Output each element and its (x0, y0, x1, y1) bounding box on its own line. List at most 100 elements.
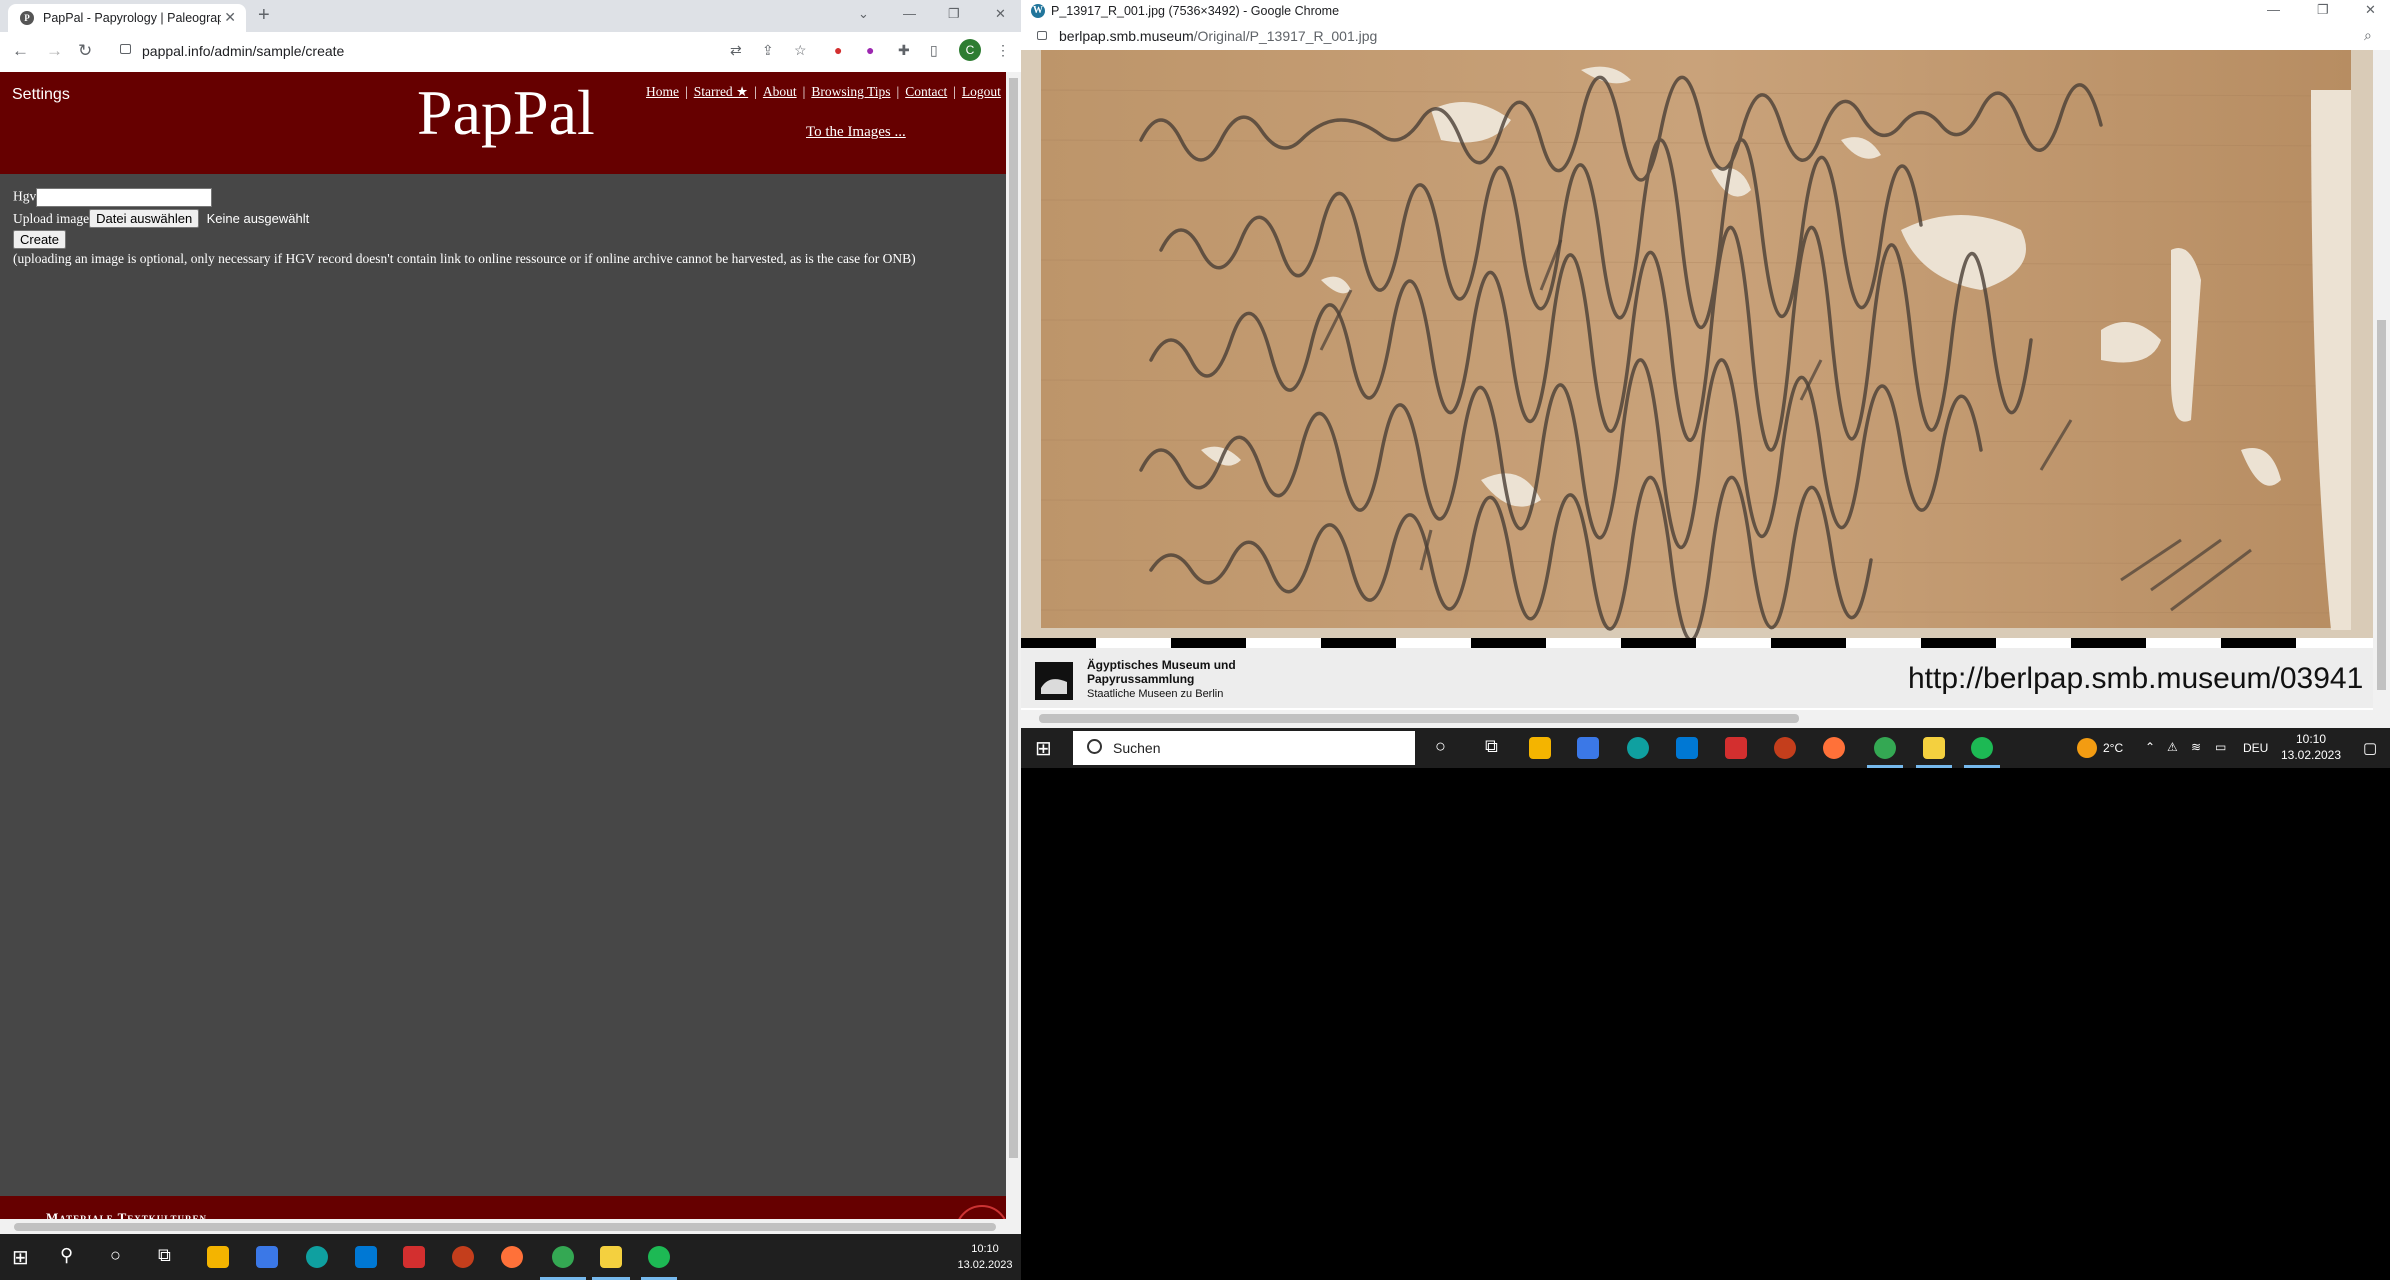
upload-note: (uploading an image is optional, only ne… (13, 251, 916, 266)
new-tab-icon[interactable]: + (258, 4, 270, 27)
nav-starred[interactable]: Starred ★ (694, 84, 748, 99)
task-view-icon[interactable]: ⧉ (158, 1245, 171, 1266)
share-icon[interactable]: ⇪ (762, 42, 774, 59)
tray-chevron-icon[interactable]: ⌃ (2145, 740, 2155, 754)
extension-purple-icon[interactable]: ● (866, 42, 874, 58)
powerpoint-icon[interactable] (452, 1246, 474, 1268)
minimize-icon[interactable]: — (903, 6, 916, 21)
chrome-icon[interactable] (1874, 737, 1896, 759)
nav-contact[interactable]: Contact (905, 84, 947, 99)
close-tab-icon[interactable]: ✕ (224, 9, 236, 26)
nav-home[interactable]: Home (646, 84, 679, 99)
side-panel-icon[interactable]: ▯ (930, 42, 938, 59)
close-window-icon[interactable]: ✕ (2365, 2, 2376, 18)
create-button[interactable]: Create (13, 230, 67, 249)
restore-icon[interactable]: ❐ (948, 6, 960, 22)
translate-icon[interactable]: ⇄ (730, 42, 742, 59)
chrome-active-indicator (1867, 765, 1903, 768)
battery-icon[interactable]: ▭ (2215, 740, 2226, 754)
tab-title: PapPal - Papyrology | Paleography (43, 11, 221, 25)
wifi-icon[interactable]: ≋ (2191, 740, 2201, 754)
address-url: pappal.info/admin/sample/create (142, 43, 345, 59)
firefox-icon[interactable] (501, 1246, 523, 1268)
microsoft-store-icon[interactable] (256, 1246, 278, 1268)
taskbar-left: ⊞ ⚲ ○ ⧉ 10:10 13.02.2023 (0, 1234, 1021, 1280)
to-images-link[interactable]: To the Images ... (806, 124, 906, 141)
file-manager-icon[interactable] (1923, 737, 1945, 759)
horizontal-scroll-thumb[interactable] (14, 1223, 996, 1231)
file-status: Keine ausgewählt (206, 211, 310, 226)
extension-red-icon[interactable]: ● (834, 42, 842, 58)
museum-subtitle: Staatliche Museen zu Berlin (1087, 688, 1224, 700)
close-window-icon[interactable]: ✕ (995, 6, 1006, 22)
weather-temp[interactable]: 2°C (2103, 741, 2123, 755)
settings-link[interactable]: Settings (12, 86, 70, 104)
museum-url: http://berlpap.smb.museum/03941 (1908, 662, 2364, 695)
lock-icon[interactable] (120, 44, 131, 54)
scale-ruler (1021, 638, 2373, 648)
nav-about[interactable]: About (763, 84, 797, 99)
search-icon[interactable]: ⚲ (60, 1245, 73, 1266)
taskbar-clock[interactable]: 10:10 13.02.2023 (2273, 731, 2349, 763)
edge-icon[interactable] (1627, 737, 1649, 759)
upload-image-label: Upload image (13, 211, 90, 226)
acrobat-icon[interactable] (1725, 737, 1747, 759)
vertical-scroll-thumb[interactable] (1009, 78, 1018, 1158)
site-header: Settings PapPal Home | Starred ★ | About | Bro… (0, 72, 1006, 174)
spotify-icon[interactable] (1971, 737, 1993, 759)
firefox-icon[interactable] (1823, 737, 1845, 759)
popup-address-bar[interactable]: berlpap.smb.museum/Original/P_13917_R_00… (1021, 22, 2390, 50)
file-explorer-icon[interactable] (207, 1246, 229, 1268)
windows-start-icon[interactable]: ⊞ (12, 1245, 29, 1270)
tab-search-icon[interactable]: ⌄ (858, 6, 869, 22)
spotify-icon[interactable] (648, 1246, 670, 1268)
address-bar[interactable]: pappal.info/admin/sample/create (110, 36, 710, 66)
profile-avatar[interactable]: C (959, 39, 981, 61)
wordpress-icon: W (1031, 4, 1045, 18)
horizontal-scroll-thumb[interactable] (1039, 714, 1799, 723)
hgv-input[interactable] (36, 188, 213, 207)
mail-icon[interactable] (1676, 737, 1698, 759)
taskbar-right: ⊞ Suchen ○ ⧉ 2°C ⌃ ⚠ ≋ ▭ DEU 10:10 13.02… (1021, 728, 2390, 768)
weather-icon[interactable] (2077, 738, 2097, 758)
reload-icon[interactable]: ↻ (78, 41, 92, 61)
choose-file-button[interactable]: Datei auswählen (89, 209, 200, 228)
pappal-favicon-icon: P (20, 11, 34, 25)
file-manager-icon[interactable] (600, 1246, 622, 1268)
cortana-icon[interactable]: ○ (110, 1245, 121, 1266)
microsoft-store-icon[interactable] (1577, 737, 1599, 759)
task-view-icon[interactable]: ⧉ (1485, 736, 1498, 757)
back-icon[interactable]: ← (12, 41, 29, 61)
site-logo[interactable]: PapPal (417, 76, 595, 150)
nav-browsing-tips[interactable]: Browsing Tips (811, 84, 890, 99)
mail-icon[interactable] (355, 1246, 377, 1268)
bookmark-star-icon[interactable]: ☆ (794, 42, 807, 59)
chrome-icon[interactable] (552, 1246, 574, 1268)
extensions-puzzle-icon[interactable]: ✚ (898, 42, 910, 59)
notifications-icon[interactable]: ▢ (2363, 739, 2377, 757)
cortana-icon[interactable]: ○ (1435, 736, 1446, 757)
file-explorer-icon[interactable] (1529, 737, 1551, 759)
vertical-scroll-thumb[interactable] (2377, 320, 2386, 690)
search-icon (1087, 739, 1102, 754)
windows-start-icon[interactable]: ⊞ (1035, 736, 1052, 761)
minimize-icon[interactable]: — (2267, 2, 2280, 17)
tab-strip: P PapPal - Papyrology | Paleography ✕ + … (0, 0, 1021, 32)
forward-icon[interactable]: → (46, 41, 63, 61)
restore-icon[interactable]: ❐ (2317, 2, 2329, 18)
zoom-icon[interactable]: ⌕ (2364, 27, 2372, 44)
edge-icon[interactable] (306, 1246, 328, 1268)
create-sample-form: Hgv Upload image Datei auswählen Keine au… (13, 188, 916, 267)
nav-logout[interactable]: Logout (962, 84, 1001, 99)
taskbar-clock[interactable]: 10:10 13.02.2023 (950, 1241, 1020, 1273)
tab-pappal[interactable]: P PapPal - Papyrology | Paleography ✕ (8, 4, 246, 32)
powerpoint-icon[interactable] (1774, 737, 1796, 759)
image-caption-bar: Ägyptisches Museum und Papyrussammlung S… (1021, 648, 2373, 708)
window-titlebar: W P_13917_R_001.jpg (7536×3492) - Google… (1021, 0, 2390, 22)
menu-kebab-icon[interactable]: ⋮ (996, 42, 1010, 59)
acrobat-icon[interactable] (403, 1246, 425, 1268)
network-alert-icon[interactable]: ⚠ (2167, 740, 2178, 754)
language-indicator[interactable]: DEU (2243, 741, 2268, 755)
taskbar-search[interactable]: Suchen (1073, 731, 1415, 765)
search-placeholder: Suchen (1113, 740, 1161, 756)
